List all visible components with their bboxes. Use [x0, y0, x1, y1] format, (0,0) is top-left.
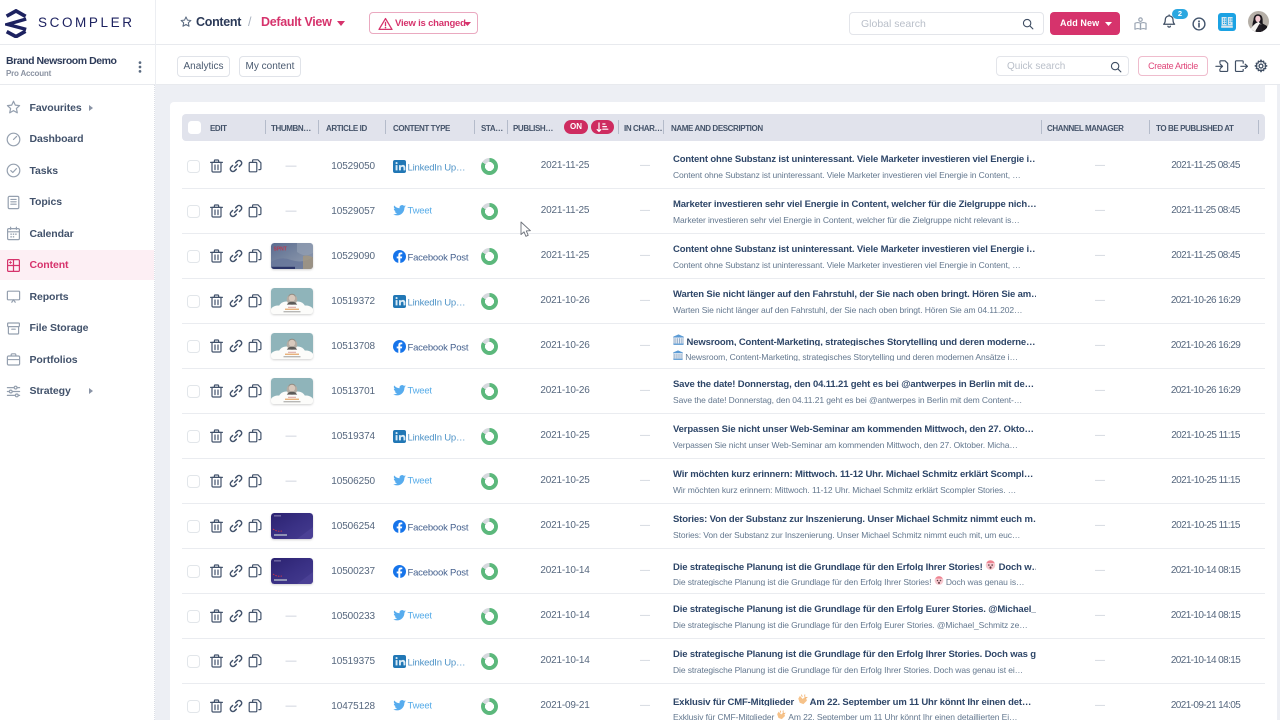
- svg-text:SPNT: SPNT: [274, 247, 287, 253]
